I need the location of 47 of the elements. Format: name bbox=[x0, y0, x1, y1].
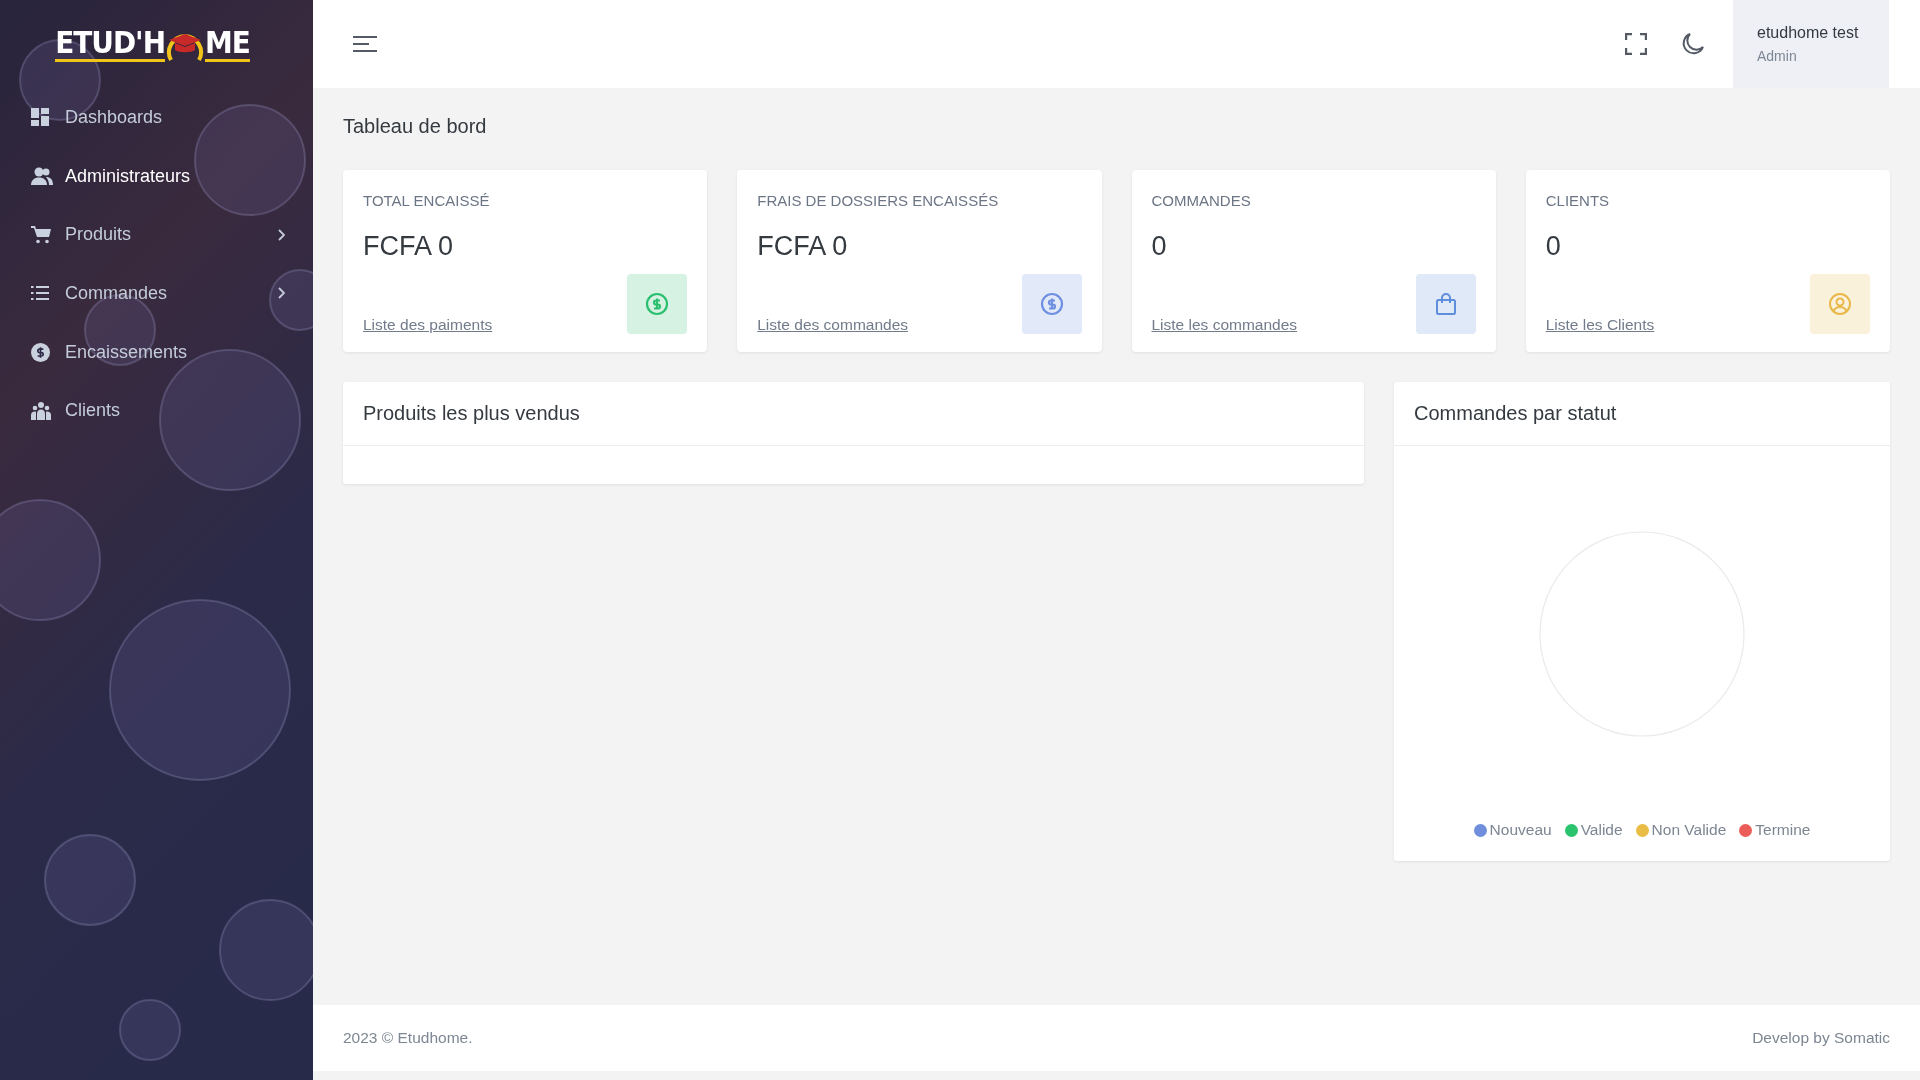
dollar-icon bbox=[1039, 292, 1064, 316]
copyright-text: 2023 © Etudhome. bbox=[343, 1029, 473, 1047]
moon-icon bbox=[1681, 32, 1705, 56]
sidebar-item[interactable]: Produits bbox=[0, 205, 313, 265]
sidebar-item[interactable]: Commandes bbox=[0, 264, 313, 323]
menu-icon bbox=[352, 35, 378, 53]
sidebar-item[interactable]: Encaissements bbox=[0, 322, 313, 382]
stat-label: TOTAL ENCAISSÉ bbox=[363, 192, 491, 209]
dashboard-icon bbox=[31, 108, 49, 127]
cart-icon bbox=[31, 225, 51, 244]
user-role: Admin bbox=[1757, 48, 1798, 64]
stat-label: FRAIS DE DOSSIERS ENCAISSÉS bbox=[757, 192, 1000, 209]
list-link[interactable]: Liste des paiments bbox=[363, 316, 493, 334]
users-icon bbox=[31, 167, 53, 186]
user-circle-icon bbox=[1828, 292, 1852, 316]
dollar-icon bbox=[645, 292, 670, 316]
sidebar-item[interactable]: Dashboards bbox=[0, 88, 313, 147]
stat-label: CLIENTS bbox=[1545, 192, 1611, 209]
dollar-icon bbox=[31, 342, 50, 362]
sidebar-item[interactable]: Administrateurs bbox=[0, 146, 313, 206]
list-link[interactable]: Liste des commandes bbox=[757, 316, 909, 334]
sidebar-item[interactable]: Clients bbox=[0, 381, 313, 441]
stat-value: 0 bbox=[1545, 231, 1562, 262]
page-title: Tableau de bord bbox=[343, 115, 488, 138]
list-link[interactable]: Liste les Clients bbox=[1545, 316, 1655, 334]
fullscreen-icon bbox=[1625, 33, 1647, 55]
user-menu[interactable]: etudhome test Admin bbox=[1733, 0, 1889, 88]
shopping-bag-icon bbox=[1434, 292, 1457, 316]
list-icon bbox=[31, 285, 49, 302]
user-name: etudhome test bbox=[1757, 24, 1860, 42]
stat-value: 0 bbox=[1151, 231, 1168, 262]
credit-text: Develop by Somatic bbox=[1752, 1029, 1890, 1047]
chevron-right-icon bbox=[277, 228, 285, 241]
legend-label: Non Valide bbox=[1651, 821, 1727, 839]
stat-label: COMMANDES bbox=[1151, 192, 1252, 209]
logo-text: ME bbox=[204, 26, 250, 62]
logo-text: ETUD'H bbox=[55, 26, 165, 62]
people-icon bbox=[31, 401, 51, 420]
stat-value: FCFA 0 bbox=[757, 231, 849, 262]
panel-title: Produits les plus vendus bbox=[343, 382, 1364, 446]
legend-label: Valide bbox=[1580, 821, 1623, 839]
legend-label: Termine bbox=[1755, 821, 1811, 839]
panel-title: Commandes par statut bbox=[1394, 382, 1890, 446]
legend-label: Nouveau bbox=[1489, 821, 1552, 839]
list-link[interactable]: Liste les commandes bbox=[1151, 316, 1298, 334]
stat-value: FCFA 0 bbox=[363, 231, 455, 262]
chevron-right-icon bbox=[277, 287, 285, 300]
